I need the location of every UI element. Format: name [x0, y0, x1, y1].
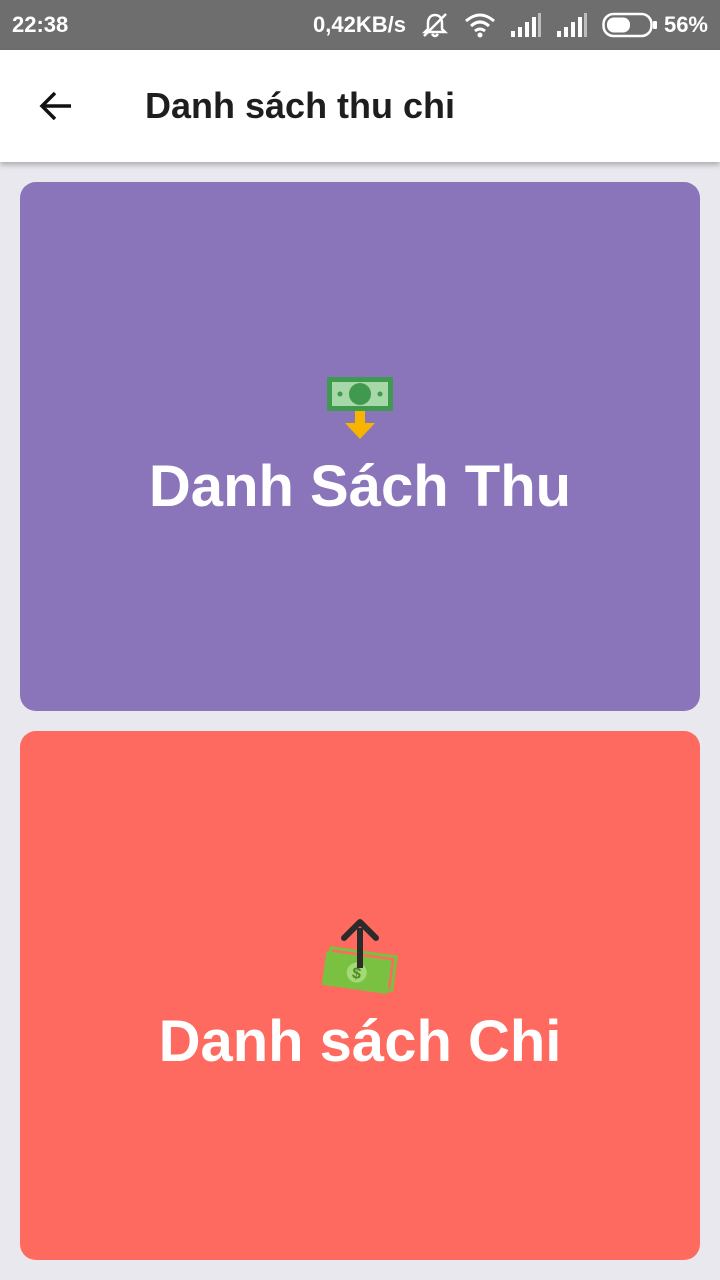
- signal-icon: [510, 13, 542, 37]
- money-out-icon: $: [321, 919, 399, 994]
- page-title: Danh sách thu chi: [145, 85, 456, 126]
- status-time: 22:38: [12, 12, 69, 37]
- income-list-card[interactable]: Danh Sách Thu: [20, 182, 700, 711]
- expense-list-label: Danh sách Chi: [158, 1009, 562, 1074]
- app-bar: Danh sách thu chi: [0, 50, 720, 162]
- income-list-label: Danh Sách Thu: [148, 454, 572, 519]
- battery-indicator: 56%: [602, 12, 708, 38]
- status-bar: 22:38 0,42KB/s 56%: [0, 0, 720, 50]
- back-button[interactable]: [0, 50, 112, 162]
- battery-icon: [602, 12, 657, 38]
- expense-list-card[interactable]: $ Danh sách Chi: [20, 731, 700, 1260]
- mute-icon: [420, 10, 450, 40]
- status-icons: 0,42KB/s 56%: [313, 10, 708, 40]
- battery-percent: 56%: [663, 12, 708, 37]
- network-speed: 0,42KB/s: [313, 12, 406, 37]
- money-in-icon: [327, 377, 393, 439]
- signal-icon: [556, 13, 588, 37]
- arrow-left-icon: [39, 91, 71, 121]
- wifi-icon: [464, 12, 496, 38]
